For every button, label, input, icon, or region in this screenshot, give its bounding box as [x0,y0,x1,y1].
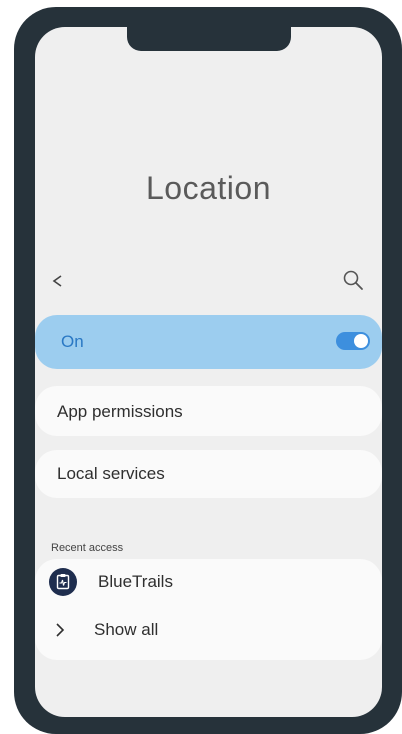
recent-access-title: Recent access [51,542,124,554]
app-permissions-label: App permissions [57,402,183,421]
page-title: Location [146,170,271,206]
show-all-chevron-icon [54,620,66,645]
phone-notch [127,27,291,51]
switch-knob [354,334,368,348]
search-icon [343,270,363,290]
search-button[interactable] [340,267,368,295]
show-all-link[interactable]: Show all [94,620,158,640]
local-services-item[interactable]: Local services [35,450,382,498]
location-switch[interactable] [336,332,370,350]
clipboard-pulse-icon [56,574,70,590]
recent-access-card [35,559,382,660]
settings-screen: Location On App permissions Local servic… [35,27,382,717]
chevron-left-icon [52,275,62,287]
recent-app-item[interactable]: BlueTrails [98,572,173,592]
location-toggle-row[interactable]: On [35,315,382,369]
chevron-right-icon [56,623,65,637]
back-button[interactable] [51,267,75,295]
toggle-label: On [61,332,84,351]
app-permissions-item[interactable]: App permissions [35,386,382,436]
bluetrails-app-icon [49,568,77,596]
local-services-label: Local services [57,464,165,483]
